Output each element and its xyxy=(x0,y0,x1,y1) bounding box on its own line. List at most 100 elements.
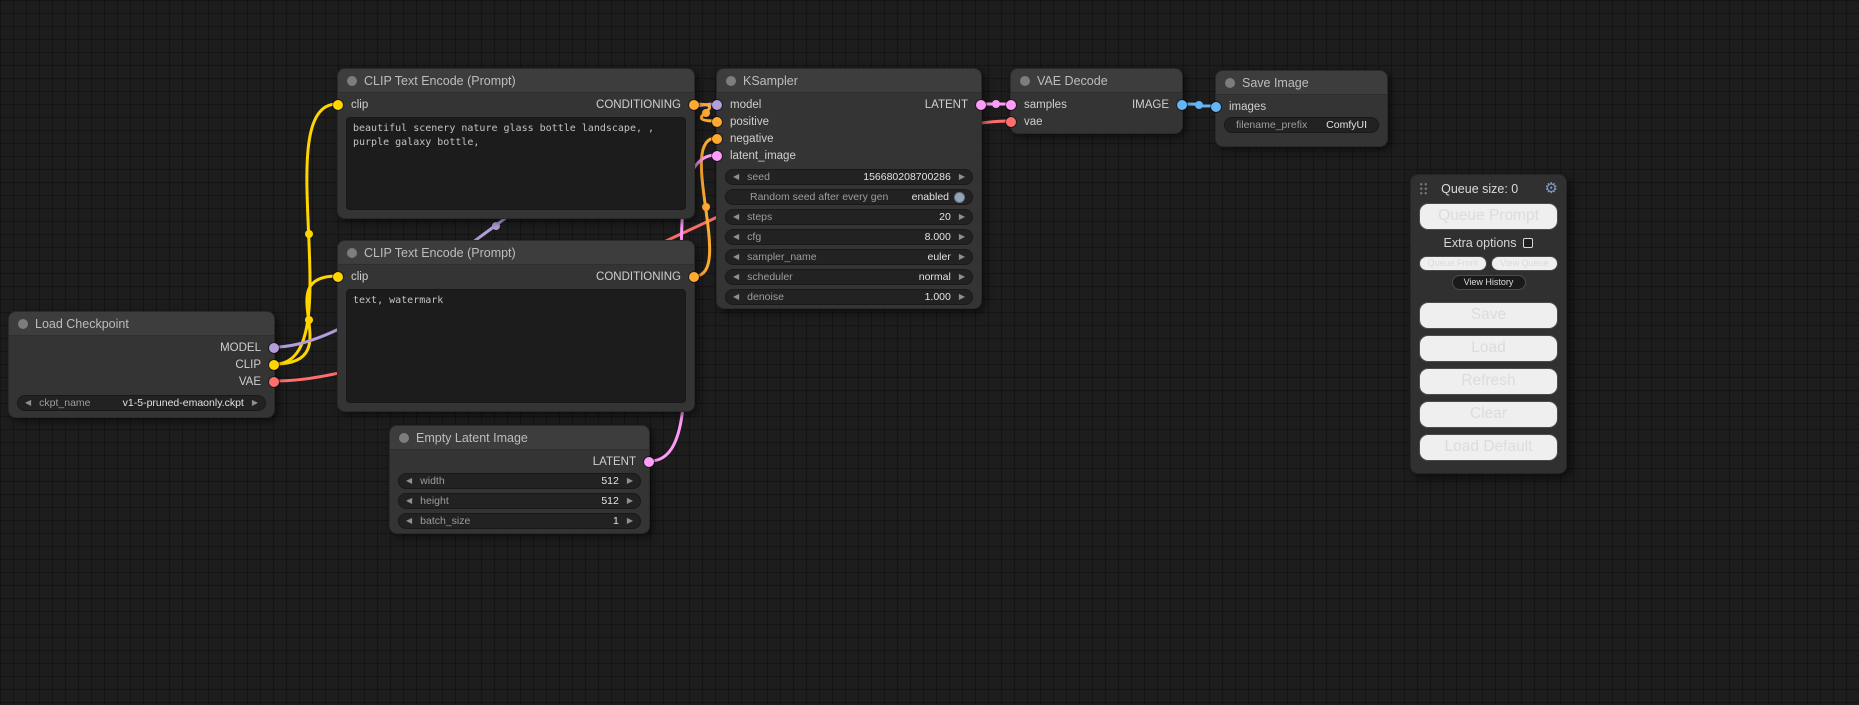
decrement-arrow-icon[interactable]: ◀ xyxy=(733,273,739,281)
batch-size-widget[interactable]: ◀ batch_size 1 ▶ xyxy=(398,513,641,529)
queue-prompt-button[interactable]: Queue Prompt xyxy=(1419,203,1558,230)
decrement-arrow-icon[interactable]: ◀ xyxy=(733,253,739,261)
model-output-socket[interactable] xyxy=(269,343,279,353)
increment-arrow-icon[interactable]: ▶ xyxy=(959,233,965,241)
seed-widget[interactable]: ◀ seed 156680208700286 ▶ xyxy=(725,169,973,185)
latent-output-socket[interactable] xyxy=(976,100,986,110)
node-title-bar[interactable]: VAE Decode xyxy=(1011,69,1182,93)
wire-midpoint-dot xyxy=(1195,101,1203,109)
node-title-bar[interactable]: Load Checkpoint xyxy=(9,312,274,336)
increment-arrow-icon[interactable]: ▶ xyxy=(627,477,633,485)
latent-image-input-socket[interactable] xyxy=(712,151,722,161)
node-vae-decode[interactable]: VAE Decode samples IMAGE vae xyxy=(1010,68,1183,134)
decrement-arrow-icon[interactable]: ◀ xyxy=(733,293,739,301)
output-slot-clip: CLIP xyxy=(9,356,274,373)
samples-input-socket[interactable] xyxy=(1006,100,1016,110)
positive-prompt-textarea[interactable]: beautiful scenery nature glass bottle la… xyxy=(346,117,686,210)
model-input-socket[interactable] xyxy=(712,100,722,110)
collapse-dot-icon[interactable] xyxy=(726,76,736,86)
clip-input-socket[interactable] xyxy=(333,100,343,110)
widget-value: 512 xyxy=(601,475,619,487)
widget-label: width xyxy=(420,475,445,487)
node-load-checkpoint[interactable]: Load Checkpoint MODEL CLIP VAE ◀ ckpt_na… xyxy=(8,311,275,418)
node-title-bar[interactable]: KSampler xyxy=(717,69,981,93)
increment-arrow-icon[interactable]: ▶ xyxy=(959,253,965,261)
slot-label: model xyxy=(730,99,761,111)
decrement-arrow-icon[interactable]: ◀ xyxy=(733,213,739,221)
collapse-dot-icon[interactable] xyxy=(399,433,409,443)
increment-arrow-icon[interactable]: ▶ xyxy=(959,293,965,301)
slot-label: clip xyxy=(351,99,368,111)
negative-prompt-textarea[interactable]: text, watermark xyxy=(346,289,686,403)
decrement-arrow-icon[interactable]: ◀ xyxy=(733,233,739,241)
node-title-bar[interactable]: CLIP Text Encode (Prompt) xyxy=(338,69,694,93)
width-widget[interactable]: ◀ width 512 ▶ xyxy=(398,473,641,489)
increment-arrow-icon[interactable]: ▶ xyxy=(959,173,965,181)
decrement-arrow-icon[interactable]: ◀ xyxy=(406,477,412,485)
clip-input-socket[interactable] xyxy=(333,272,343,282)
node-title-bar[interactable]: Empty Latent Image xyxy=(390,426,649,450)
queue-panel[interactable]: Queue size: 0 ⚙ Queue Prompt Extra optio… xyxy=(1410,174,1567,474)
node-title-bar[interactable]: Save Image xyxy=(1216,71,1387,95)
node-clip-text-encode-positive[interactable]: CLIP Text Encode (Prompt) clip CONDITION… xyxy=(337,68,695,219)
vae-input-socket[interactable] xyxy=(1006,117,1016,127)
queue-front-button[interactable]: Queue Front xyxy=(1419,256,1487,271)
widget-label: steps xyxy=(747,211,772,223)
settings-gear-icon[interactable]: ⚙ xyxy=(1545,181,1558,196)
slot-label: IMAGE xyxy=(1132,99,1169,111)
slot-label: CONDITIONING xyxy=(596,99,681,111)
load-button[interactable]: Load xyxy=(1419,335,1558,362)
slot-row: clip CONDITIONING xyxy=(338,96,694,113)
increment-arrow-icon[interactable]: ▶ xyxy=(627,517,633,525)
image-output-socket[interactable] xyxy=(1177,100,1187,110)
conditioning-output-socket[interactable] xyxy=(689,272,699,282)
view-queue-button[interactable]: View Queue xyxy=(1491,256,1559,271)
extra-options-checkbox[interactable] xyxy=(1523,238,1533,248)
images-input-socket[interactable] xyxy=(1211,102,1221,112)
node-empty-latent-image[interactable]: Empty Latent Image LATENT ◀ width 512 ▶ … xyxy=(389,425,650,534)
negative-input-socket[interactable] xyxy=(712,134,722,144)
height-widget[interactable]: ◀ height 512 ▶ xyxy=(398,493,641,509)
steps-widget[interactable]: ◀ steps 20 ▶ xyxy=(725,209,973,225)
view-history-button[interactable]: View History xyxy=(1452,275,1526,290)
latent-output-socket[interactable] xyxy=(644,457,654,467)
collapse-dot-icon[interactable] xyxy=(1225,78,1235,88)
node-ksampler[interactable]: KSampler model LATENT positive negative … xyxy=(716,68,982,309)
increment-arrow-icon[interactable]: ▶ xyxy=(959,213,965,221)
scheduler-widget[interactable]: ◀ scheduler normal ▶ xyxy=(725,269,973,285)
increment-arrow-icon[interactable]: ▶ xyxy=(959,273,965,281)
node-title: Empty Latent Image xyxy=(416,431,528,445)
node-save-image[interactable]: Save Image images filename_prefix ComfyU… xyxy=(1215,70,1388,147)
save-button[interactable]: Save xyxy=(1419,302,1558,329)
increment-arrow-icon[interactable]: ▶ xyxy=(627,497,633,505)
filename-prefix-widget[interactable]: filename_prefix ComfyUI xyxy=(1224,117,1379,133)
collapse-dot-icon[interactable] xyxy=(347,76,357,86)
load-default-button[interactable]: Load Default xyxy=(1419,434,1558,461)
ckpt-name-widget[interactable]: ◀ ckpt_name v1-5-pruned-emaonly.ckpt ▶ xyxy=(17,395,266,411)
refresh-button[interactable]: Refresh xyxy=(1419,368,1558,395)
toggle-knob[interactable] xyxy=(954,192,965,203)
slot-label: CLIP xyxy=(235,359,261,371)
node-title-bar[interactable]: CLIP Text Encode (Prompt) xyxy=(338,241,694,265)
increment-arrow-icon[interactable]: ▶ xyxy=(252,399,258,407)
decrement-arrow-icon[interactable]: ◀ xyxy=(25,399,31,407)
conditioning-output-socket[interactable] xyxy=(689,100,699,110)
node-clip-text-encode-negative[interactable]: CLIP Text Encode (Prompt) clip CONDITION… xyxy=(337,240,695,412)
comfyui-canvas[interactable]: { "colors": { "model": "#B39DDB", "clip"… xyxy=(0,0,1859,705)
sampler-name-widget[interactable]: ◀ sampler_name euler ▶ xyxy=(725,249,973,265)
vae-output-socket[interactable] xyxy=(269,377,279,387)
collapse-dot-icon[interactable] xyxy=(18,319,28,329)
decrement-arrow-icon[interactable]: ◀ xyxy=(733,173,739,181)
decrement-arrow-icon[interactable]: ◀ xyxy=(406,497,412,505)
drag-handle-icon[interactable] xyxy=(1419,182,1428,195)
denoise-widget[interactable]: ◀ denoise 1.000 ▶ xyxy=(725,289,973,305)
random-seed-toggle-widget[interactable]: Random seed after every gen enabled xyxy=(725,189,973,205)
clip-output-socket[interactable] xyxy=(269,360,279,370)
output-slot-latent: LATENT xyxy=(390,453,649,470)
cfg-widget[interactable]: ◀ cfg 8.000 ▶ xyxy=(725,229,973,245)
collapse-dot-icon[interactable] xyxy=(347,248,357,258)
collapse-dot-icon[interactable] xyxy=(1020,76,1030,86)
positive-input-socket[interactable] xyxy=(712,117,722,127)
decrement-arrow-icon[interactable]: ◀ xyxy=(406,517,412,525)
clear-button[interactable]: Clear xyxy=(1419,401,1558,428)
